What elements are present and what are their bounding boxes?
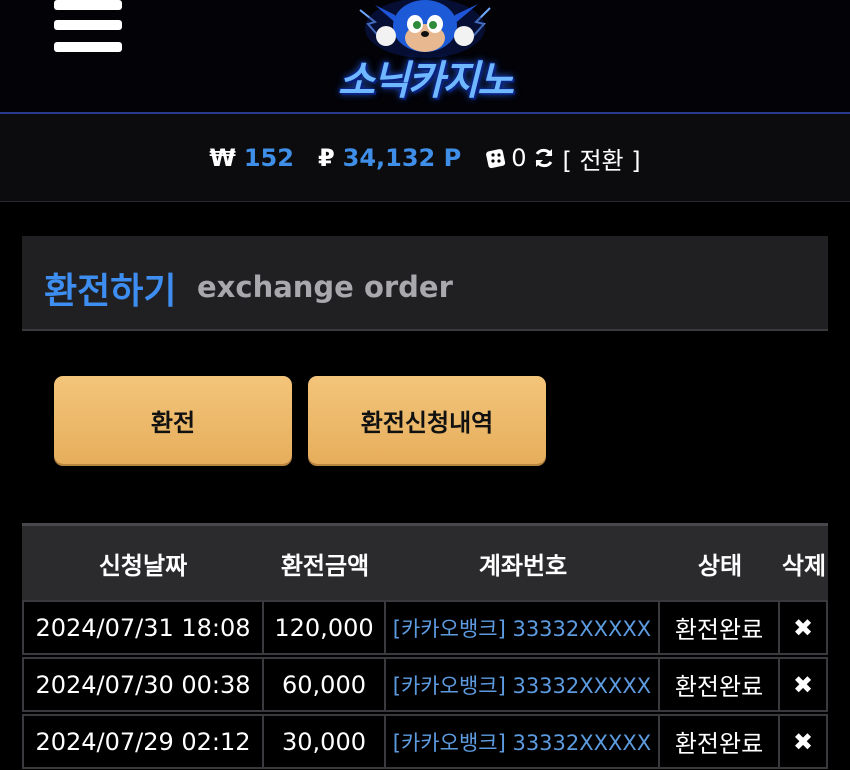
row-amount: 30,000 (262, 714, 386, 769)
row-amount: 60,000 (262, 657, 386, 712)
exchange-history-button[interactable]: 환전신청내역 (308, 376, 546, 464)
column-header-delete: 삭제 (781, 551, 827, 580)
convert-link[interactable]: [ 전환 ] (562, 141, 640, 176)
exchange-panel-header: 환전하기 exchange order (22, 236, 828, 331)
delete-icon[interactable]: ✖ (778, 714, 828, 769)
page-title: 환전하기 (44, 271, 177, 312)
column-header-date: 신청날짜 (98, 551, 188, 580)
column-header-status: 상태 (697, 551, 743, 580)
exchange-button[interactable]: 환전 (54, 376, 292, 464)
row-amount: 120,000 (262, 600, 386, 655)
row-account: [카카오뱅크] 33332XXXXX (384, 600, 660, 655)
table-row: 2024/07/30 00:38 60,000 [카카오뱅크] 33332XXX… (22, 657, 828, 712)
balance-bar: ₩ 152 ₽ 34,132 P 0 [ 전환 ] (0, 114, 850, 202)
table-row: 2024/07/31 18:08 120,000 [카카오뱅크] 33332XX… (22, 600, 828, 655)
chip-balance: 0 (511, 144, 527, 172)
row-status: 환전완료 (658, 657, 780, 712)
menu-bar-3 (54, 42, 122, 52)
row-account: [카카오뱅크] 33332XXXXX (384, 657, 660, 712)
row-date: 2024/07/30 00:38 (22, 657, 264, 712)
menu-bar-2 (54, 20, 122, 30)
row-date: 2024/07/31 18:08 (22, 600, 264, 655)
column-header-account: 계좌번호 (478, 551, 568, 580)
top-header: 소닉카지노 (0, 0, 850, 113)
menu-bar-1 (54, 0, 122, 10)
won-currency-icon: ₩ (209, 144, 236, 172)
row-date: 2024/07/29 02:12 (22, 714, 264, 769)
column-header-amount: 환전금액 (280, 551, 370, 580)
table-header: 신청날짜 환전금액 계좌번호 상태 삭제 (22, 523, 828, 600)
page-subtitle: exchange order (197, 270, 453, 304)
delete-icon[interactable]: ✖ (778, 600, 828, 655)
table-row: 2024/07/29 02:12 30,000 [카카오뱅크] 33332XXX… (22, 714, 828, 769)
point-currency-icon: ₽ (317, 144, 335, 172)
row-account: [카카오뱅크] 33332XXXXX (384, 714, 660, 769)
refresh-icon[interactable] (532, 146, 556, 170)
chip-icon (485, 147, 507, 169)
row-status: 환전완료 (658, 600, 780, 655)
site-logo[interactable]: 소닉카지노 (300, 0, 550, 108)
hamburger-menu-icon[interactable] (54, 0, 122, 56)
row-status: 환전완료 (658, 714, 780, 769)
logo-text: 소닉카지노 (338, 58, 514, 104)
delete-icon[interactable]: ✖ (778, 657, 828, 712)
point-balance: 34,132 P (342, 144, 462, 172)
won-balance: 152 (243, 144, 294, 172)
